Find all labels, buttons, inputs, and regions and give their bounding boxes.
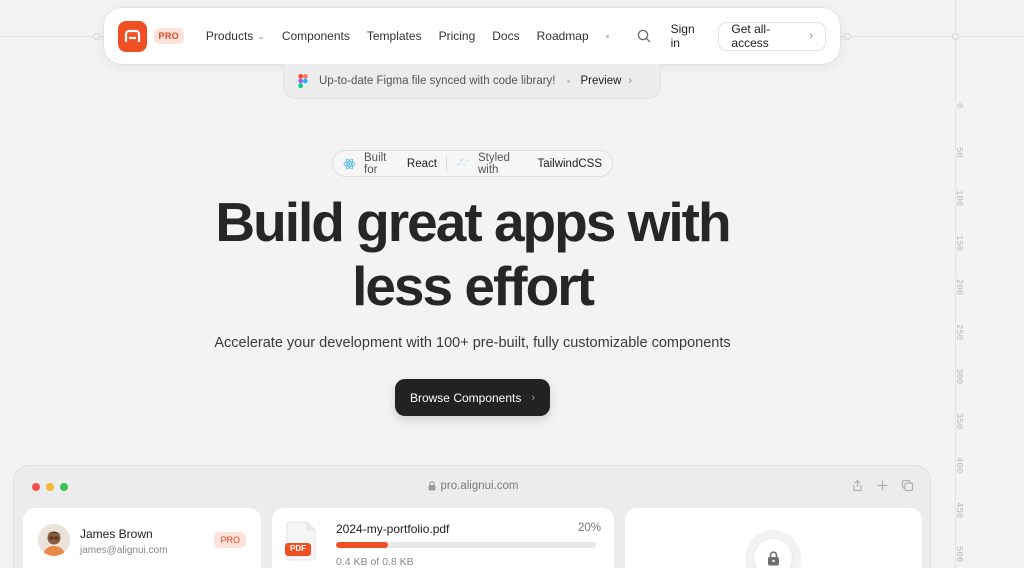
browse-components-label: Browse Components xyxy=(409,390,522,405)
chevron-right-icon: › xyxy=(531,391,536,404)
ruler-tick: 50 xyxy=(954,147,964,158)
browse-components-button[interactable]: Browse Components › xyxy=(395,379,550,416)
file-progress-percent: 20% xyxy=(577,522,601,534)
file-name: 2024-my-portfolio.pdf xyxy=(336,522,450,536)
ruler-tick: 250 xyxy=(954,324,964,341)
url-text: pro.alignui.com xyxy=(440,480,519,492)
banner-preview-link[interactable]: Preview › xyxy=(581,75,633,87)
tech-stack-pill: Built for React Styled with TailwindCSS xyxy=(332,150,613,177)
guide-dot xyxy=(952,33,959,40)
pill-divider xyxy=(445,156,447,171)
guide-dot xyxy=(844,33,851,40)
nav-link-label: Products xyxy=(205,29,254,43)
nav-separator-dot xyxy=(605,34,609,38)
locked-card xyxy=(625,508,922,568)
ruler-tick: 150 xyxy=(954,235,964,252)
nav-links: Products ⌄ Components Templates Pricing … xyxy=(206,29,629,43)
nav-link-pricing[interactable]: Pricing xyxy=(439,29,476,43)
share-icon[interactable] xyxy=(851,479,864,492)
upload-progress-bar xyxy=(336,542,596,548)
get-all-access-button[interactable]: Get all-access › xyxy=(718,21,826,51)
guide-dot xyxy=(93,33,100,40)
pdf-label: PDF xyxy=(290,544,306,553)
lock-badge xyxy=(745,530,801,568)
react-prefix: Built for xyxy=(364,151,387,176)
user-profile-card[interactable]: James Brown james@alignui.com PRO xyxy=(23,508,261,568)
nav-link-roadmap[interactable]: Roadmap xyxy=(537,29,589,43)
nav-link-products[interactable]: Products ⌄ xyxy=(206,29,265,43)
ruler-tick: 350 xyxy=(954,413,964,430)
chevron-right-icon: › xyxy=(809,30,813,42)
pro-badge: PRO xyxy=(153,28,184,44)
hero-title-line-2: less effort xyxy=(352,255,595,317)
pdf-file-icon: PDF xyxy=(285,521,319,561)
padlock-icon xyxy=(767,550,779,565)
ruler-tick: 450 xyxy=(954,502,964,519)
sign-in-link[interactable]: Sign in xyxy=(671,22,705,50)
user-email: james@alignui.com xyxy=(80,545,168,556)
hero-subtitle: Accelerate your development with 100+ pr… xyxy=(214,335,731,351)
chevron-right-icon: › xyxy=(628,75,633,87)
lock-badge-inner xyxy=(754,539,792,568)
tailwind-prefix: Styled with xyxy=(477,151,510,176)
search-icon xyxy=(637,29,650,43)
nav-link-components[interactable]: Components xyxy=(282,29,350,43)
figma-icon xyxy=(298,74,308,88)
get-all-access-label: Get all-access xyxy=(731,22,771,50)
react-name: React xyxy=(406,157,437,170)
figma-sync-banner: Up-to-date Figma file synced with code l… xyxy=(283,64,661,99)
logo-mark-icon xyxy=(124,29,140,42)
nav-link-docs[interactable]: Docs xyxy=(492,29,519,43)
avatar xyxy=(38,524,70,556)
upload-progress-fill xyxy=(336,542,388,548)
browser-preview-window: pro.alignui.com James Brown james@alignu… xyxy=(13,465,931,568)
react-icon xyxy=(343,158,356,170)
user-pro-badge: PRO xyxy=(214,532,246,548)
lock-icon xyxy=(428,481,436,491)
ruler-tick: 400 xyxy=(954,457,964,474)
chevron-down-icon: ⌄ xyxy=(257,30,265,41)
tailwind-name: TailwindCSS xyxy=(537,157,602,170)
top-navbar: PRO Products ⌄ Components Templates Pric… xyxy=(104,8,840,64)
address-bar: pro.alignui.com xyxy=(14,480,932,492)
user-avatar-icon xyxy=(38,524,70,556)
copy-icon[interactable] xyxy=(901,479,914,492)
search-button[interactable] xyxy=(637,29,651,43)
ruler-tick: 300 xyxy=(954,368,964,385)
tailwind-icon xyxy=(456,159,470,168)
banner-separator-dot xyxy=(566,79,570,83)
ruler-tick: 500 xyxy=(954,546,964,563)
file-size: 0.4 KB of 0.8 KB xyxy=(336,556,414,568)
alignui-logo[interactable] xyxy=(118,20,147,52)
ruler-tick: 200 xyxy=(954,279,964,296)
user-name: James Brown xyxy=(80,527,153,541)
banner-preview-label: Preview xyxy=(580,75,622,87)
browser-actions xyxy=(839,479,914,492)
ruler-tick: 0 xyxy=(954,103,964,109)
banner-text: Up-to-date Figma file synced with code l… xyxy=(319,75,556,87)
hero-title: Build great apps with less effort xyxy=(0,190,945,318)
hero-title-line-1: Build great apps with xyxy=(215,191,731,253)
ruler-tick: 100 xyxy=(954,190,964,207)
file-upload-card: PDF 2024-my-portfolio.pdf 20% 0.4 KB of … xyxy=(272,508,614,568)
nav-link-templates[interactable]: Templates xyxy=(367,29,422,43)
new-tab-icon[interactable] xyxy=(876,479,889,492)
vertical-ruler: 0 50 100 150 200 250 300 350 400 450 500 xyxy=(954,95,980,568)
